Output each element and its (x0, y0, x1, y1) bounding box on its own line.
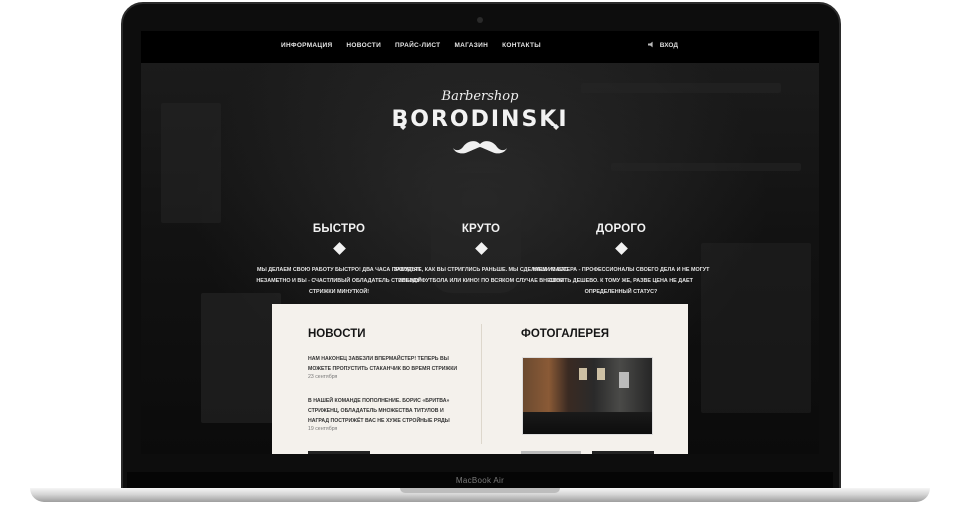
device-label: MacBook Air (455, 476, 505, 485)
news-item-text: В НАШЕЙ КОМАНДЕ ПОПОЛНЕНИЕ. БОРИС «БРИТВ… (308, 398, 450, 424)
login-link[interactable]: ВХОД (647, 41, 678, 50)
website-screen: ИНФОРМАЦИЯ НОВОСТИ ПРАЙС-ЛИСТ МАГАЗИН КО… (141, 31, 819, 454)
feature-expensive-title: ДОРОГО (595, 223, 647, 235)
news-item[interactable]: НАМ НАКОНЕЦ ЗАВЕЗЛИ ВПЕРМАЙСТЕР! ТЕПЕРЬ … (308, 354, 458, 380)
diamond-icon (332, 242, 346, 255)
content-panel: НОВОСТИ НАМ НАКОНЕЦ ЗАВЕЗЛИ ВПЕРМАЙСТЕР!… (272, 304, 688, 454)
laptop-notch (400, 488, 560, 493)
diamond-icon (614, 242, 628, 255)
logo-script-text: Barbershop (441, 89, 519, 104)
logo-main-text: BORODINSKI (391, 107, 569, 132)
login-label: ВХОД (659, 42, 678, 49)
news-item-date: 23 сентября (308, 374, 338, 380)
gallery-photo[interactable] (522, 357, 653, 435)
logo-right-ornament: ◆ (553, 122, 560, 131)
nav-item-news[interactable]: НОВОСТИ (346, 42, 381, 49)
news-item[interactable]: В НАШЕЙ КОМАНДЕ ПОПОЛНЕНИЕ. БОРИС «БРИТВ… (308, 396, 458, 432)
gallery-tab-1[interactable] (521, 451, 581, 454)
gallery-tab-2[interactable] (592, 451, 654, 454)
mustache-icon (453, 139, 507, 160)
photo-floor (523, 412, 652, 434)
news-heading: НОВОСТИ (308, 328, 366, 340)
nav-item-shop[interactable]: МАГАЗИН (454, 42, 488, 49)
bg-cabinet (701, 243, 811, 413)
news-item-date: 19 сентября (308, 426, 338, 432)
feature-expensive-text: НАШИ МАСТЕРА - ПРОФЕССИОНАЛЫ СВОЕГО ДЕЛА… (532, 267, 710, 295)
nav-item-pricelist[interactable]: ПРАЙС-ЛИСТ (395, 42, 440, 49)
top-navigation: ИНФОРМАЦИЯ НОВОСТИ ПРАЙС-ЛИСТ МАГАЗИН КО… (141, 31, 819, 63)
photo-frame (597, 368, 605, 380)
news-item-text: НАМ НАКОНЕЦ ЗАВЕЗЛИ ВПЕРМАЙСТЕР! ТЕПЕРЬ … (308, 356, 458, 372)
bg-chair-back (201, 293, 281, 423)
photo-frame (579, 368, 587, 380)
login-icon (647, 41, 655, 50)
nav-item-contacts[interactable]: КОНТАКТЫ (502, 42, 541, 49)
photo-mirror (619, 372, 629, 388)
bg-shelf-mid (611, 163, 801, 171)
news-more-tab[interactable] (308, 451, 370, 454)
camera-dot (477, 17, 483, 23)
column-divider (481, 324, 482, 444)
diamond-icon (474, 242, 488, 255)
gallery-heading: ФОТОГАЛЕРЕЯ (521, 328, 610, 340)
nav-item-info[interactable]: ИНФОРМАЦИЯ (281, 42, 332, 49)
nav-menu: ИНФОРМАЦИЯ НОВОСТИ ПРАЙС-ЛИСТ МАГАЗИН КО… (281, 42, 541, 49)
feature-expensive: ДОРОГО НАШИ МАСТЕРА - ПРОФЕССИОНАЛЫ СВОЕ… (531, 223, 711, 298)
